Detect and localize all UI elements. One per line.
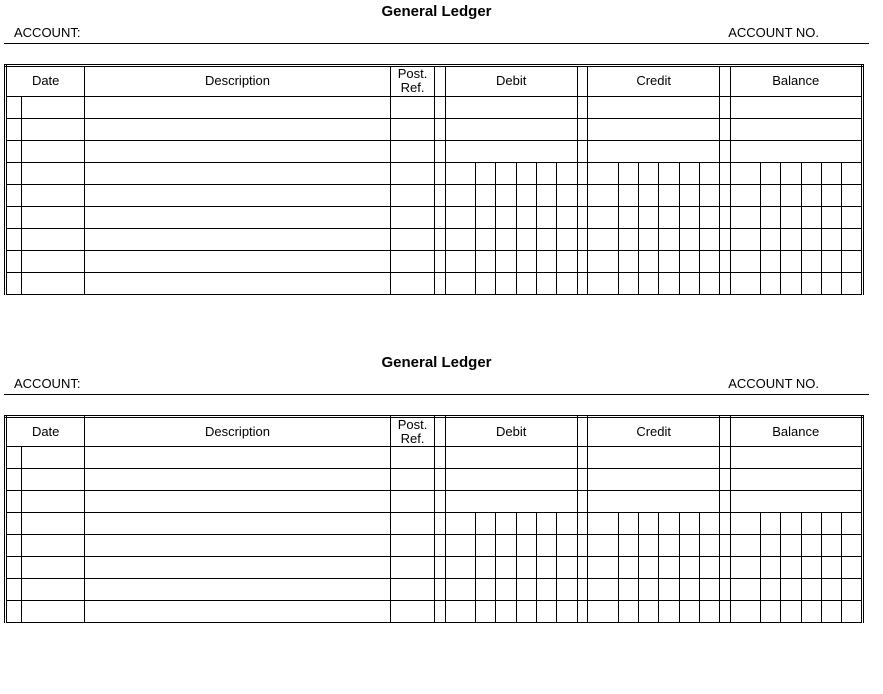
account-no-label: ACCOUNT NO. [728,25,819,40]
table-row [6,184,863,206]
table-row [6,491,863,513]
table-row [6,579,863,601]
ledger-header-row: ACCOUNT: ACCOUNT NO. [4,22,869,44]
ledger-1: General Ledger ACCOUNT: ACCOUNT NO. Date… [4,0,869,295]
col-credit: Credit [588,416,720,447]
table-row [6,557,863,579]
col-debit: Debit [445,416,577,447]
table-row [6,96,863,118]
table-row [6,118,863,140]
col-date: Date [6,66,85,97]
ledger-title: General Ledger [4,0,869,22]
col-post-ref: Post. Ref. [390,416,435,447]
table-row [6,469,863,491]
col-description: Description [85,66,390,97]
table-row [6,162,863,184]
table-row [6,535,863,557]
account-label: ACCOUNT: [14,376,80,391]
col-debit: Debit [445,66,577,97]
account-no-label: ACCOUNT NO. [728,376,819,391]
table-row [6,513,863,535]
table-row [6,140,863,162]
table-row [6,601,863,623]
ledger-2: General Ledger ACCOUNT: ACCOUNT NO. Date… [4,351,869,624]
col-description: Description [85,416,390,447]
col-balance: Balance [730,66,863,97]
col-credit: Credit [588,66,720,97]
table-row [6,206,863,228]
table-row [6,228,863,250]
ledger-table: Date Description Post. Ref. Debit Credit… [4,64,864,295]
col-post-ref: Post. Ref. [390,66,435,97]
ledger-title: General Ledger [4,351,869,373]
ledger-table: Date Description Post. Ref. Debit Credit… [4,415,864,624]
table-row [6,272,863,294]
col-date: Date [6,416,85,447]
table-row [6,250,863,272]
col-balance: Balance [730,416,863,447]
ledger-header-row: ACCOUNT: ACCOUNT NO. [4,373,869,395]
table-row [6,447,863,469]
account-label: ACCOUNT: [14,25,80,40]
